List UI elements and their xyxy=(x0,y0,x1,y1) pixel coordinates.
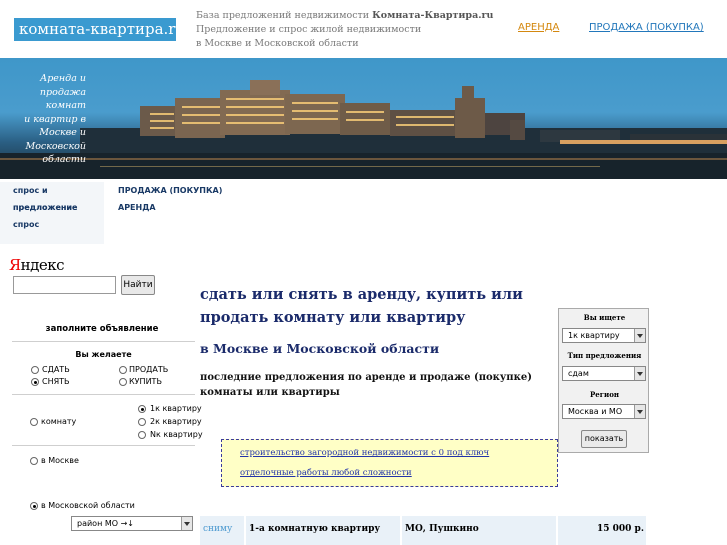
label-sell: ПРОДАТЬ xyxy=(129,365,169,374)
banner-line: Московской xyxy=(25,140,86,152)
banner-line: продажа комнат xyxy=(39,86,86,112)
nav-sale-link[interactable]: ПРОДАЖА (ПОКУПКА) xyxy=(589,22,704,33)
district-select-value: район МО →↓ xyxy=(77,519,134,528)
divider xyxy=(12,394,195,395)
filter-search-label: Вы ищете xyxy=(583,313,626,322)
ad-box: строительство загородной недвижимости с … xyxy=(221,439,558,487)
banner-slogan: Аренда и продажа комнат и квартир в Моск… xyxy=(0,72,86,167)
desc-line3: в Москве и Московской области xyxy=(196,38,359,49)
listings-description: последние предложения по аренде и продаж… xyxy=(200,372,532,398)
radio-2k[interactable] xyxy=(138,418,146,426)
search-type-select[interactable]: 1к квартиру xyxy=(562,328,646,343)
form-title: заполните объявление xyxy=(45,324,159,334)
region-value: Москва и МО xyxy=(568,407,623,416)
page-subtitle: в Москве и Московской области xyxy=(200,341,440,356)
result-action[interactable]: сниму xyxy=(200,516,244,545)
site-logo[interactable]: комната-квартира.ru xyxy=(14,18,185,41)
radio-mo[interactable] xyxy=(30,502,38,510)
result-type: 1-а комнатную квартиру xyxy=(246,516,400,545)
label-nk: Nк квартиру xyxy=(150,430,203,439)
radio-rent[interactable] xyxy=(31,378,39,386)
filter-panel: Вы ищете 1к квартиру Тип предложения сда… xyxy=(558,308,649,453)
site-header: комната-квартира.ru База предложений нед… xyxy=(0,0,727,58)
banner-line: и квартир в xyxy=(24,113,86,125)
banner-line: области xyxy=(42,154,86,165)
banner-line: Москве и xyxy=(39,127,86,138)
label-1k: 1к квартиру xyxy=(150,404,202,413)
label-room: комнату xyxy=(41,417,77,426)
side-menu: спрос и предложение предложение спрос xyxy=(0,182,104,244)
radio-sell[interactable] xyxy=(119,366,127,374)
region-select[interactable]: Москва и МО xyxy=(562,404,646,419)
offer-type-select[interactable]: сдам xyxy=(562,366,646,381)
radio-1k[interactable] xyxy=(138,405,146,413)
divider xyxy=(12,341,195,342)
offer-type-value: сдам xyxy=(568,369,589,378)
yandex-logo-rest: ндекс xyxy=(20,256,65,274)
want-label: Вы желаете xyxy=(75,350,132,359)
result-price: 15 000 р. xyxy=(558,516,646,545)
menu-supply-demand[interactable]: спрос и предложение xyxy=(0,182,104,212)
menu-demand[interactable]: спрос xyxy=(0,216,104,233)
yandex-logo: Яндекс xyxy=(9,256,65,274)
nav-rent-link[interactable]: АРЕНДА xyxy=(518,22,559,33)
site-description: База предложений недвижимости Комната-Кв… xyxy=(196,9,496,51)
page-title: сдать или снять в аренду, купить или про… xyxy=(200,286,523,326)
city-banner: Аренда и продажа комнат и квартир в Моск… xyxy=(0,58,727,179)
radio-rent-out[interactable] xyxy=(31,366,39,374)
search-type-value: 1к квартиру xyxy=(568,331,620,340)
banner-line: Аренда и xyxy=(40,73,86,84)
label-moscow: в Москве xyxy=(41,456,79,465)
filter-region-label: Регион xyxy=(590,390,619,399)
divider xyxy=(12,445,195,446)
ad-link-finishing[interactable]: отделочные работы любой сложности xyxy=(240,468,412,478)
search-button[interactable]: Найти xyxy=(121,275,155,295)
search-input[interactable] xyxy=(13,276,116,294)
menu-supply[interactable]: предложение xyxy=(0,199,104,216)
chevron-down-icon xyxy=(634,329,645,342)
moscow-skyline-image xyxy=(0,80,727,179)
label-buy: КУПИТЬ xyxy=(129,377,162,386)
menu-rent[interactable]: АРЕНДА xyxy=(118,199,222,216)
radio-buy[interactable] xyxy=(119,378,127,386)
district-select[interactable]: район МО →↓ xyxy=(71,516,193,531)
filter-offer-label: Тип предложения xyxy=(567,351,642,360)
chevron-down-icon xyxy=(634,405,645,418)
chevron-down-icon xyxy=(634,367,645,380)
radio-nk[interactable] xyxy=(138,431,146,439)
table-row[interactable]: сниму 1-а комнатную квартиру МО, Пушкино… xyxy=(200,516,646,545)
show-button[interactable]: показать xyxy=(581,430,627,448)
radio-room[interactable] xyxy=(30,418,38,426)
yandex-logo-first: Я xyxy=(9,256,21,274)
label-rent: СНЯТЬ xyxy=(42,377,70,386)
desc-brand: Комната-Квартира.ru xyxy=(372,10,494,21)
desc-prefix: База предложений недвижимости xyxy=(196,10,373,21)
radio-moscow[interactable] xyxy=(30,457,38,465)
label-rent-out: СДАТЬ xyxy=(42,365,70,374)
chevron-down-icon xyxy=(181,517,192,530)
label-2k: 2к квартиру xyxy=(150,417,202,426)
menu-sale[interactable]: ПРОДАЖА (ПОКУПКА) xyxy=(118,182,222,199)
result-location: МО, Пушкино xyxy=(402,516,556,545)
category-menu: ПРОДАЖА (ПОКУПКА) АРЕНДА xyxy=(118,182,222,216)
desc-line2: Предложение и спрос жилой недвижимости xyxy=(196,24,422,35)
ad-link-construction[interactable]: строительство загородной недвижимости с … xyxy=(240,448,489,458)
label-mo: в Московской области xyxy=(41,501,135,510)
